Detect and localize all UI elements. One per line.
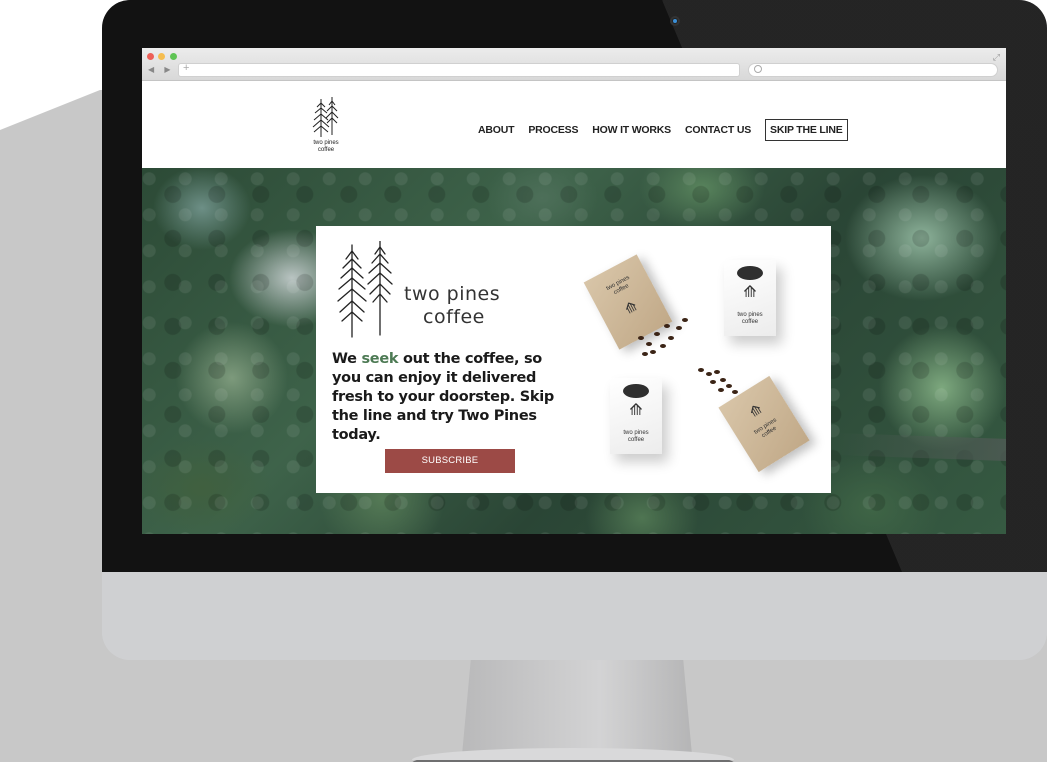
site-header: two pines coffee ABOUT PROCESS HOW IT WO…: [142, 81, 1006, 168]
maximize-window-button[interactable]: [170, 53, 177, 60]
bag-label-text: two pines: [737, 312, 763, 318]
coffee-bag-image: ⟰ two pines coffee: [724, 260, 776, 336]
main-nav: ABOUT PROCESS HOW IT WORKS CONTACT US SK…: [478, 119, 848, 141]
camera-icon: [670, 16, 680, 26]
hero-card: two pines coffee We seek out the coffee,…: [316, 226, 831, 493]
bag-label: [623, 384, 649, 398]
hero-logo: two pines coffee: [332, 240, 522, 341]
hero-logo-text: coffee: [423, 306, 485, 328]
bag-label: [737, 266, 763, 280]
hero-forest-image: two pines coffee We seek out the coffee,…: [142, 168, 1006, 534]
nav-about[interactable]: ABOUT: [478, 124, 515, 136]
site-logo[interactable]: two pines coffee: [302, 97, 350, 153]
nav-contact-us[interactable]: CONTACT US: [685, 124, 751, 136]
hero-logo-text: two pines: [404, 283, 501, 305]
coffee-bag-image: ⟰ two pines coffee: [610, 378, 662, 454]
bag-label-text: two pines: [623, 430, 649, 436]
coffee-beans-image: [632, 314, 692, 358]
address-bar[interactable]: +: [178, 62, 740, 77]
pine-trees-icon: [337, 240, 393, 338]
nav-how-it-works[interactable]: HOW IT WORKS: [592, 124, 671, 136]
browser-search-input[interactable]: [748, 63, 998, 77]
bag-label-text: coffee: [741, 319, 759, 325]
pine-trees-icon: [312, 97, 339, 137]
pine-trees-icon: ⟰: [629, 402, 643, 419]
monitor-chin: [102, 572, 1047, 660]
close-window-button[interactable]: [147, 53, 154, 60]
tagline-text: We: [332, 351, 362, 367]
hero-tagline: We seek out the coffee, so you can enjoy…: [332, 350, 572, 445]
new-tab-icon[interactable]: +: [183, 62, 189, 74]
monitor-stand: [462, 655, 692, 755]
fullscreen-icon[interactable]: ⤢: [993, 52, 1000, 63]
bag-label-text: coffee: [627, 437, 645, 443]
minimize-window-button[interactable]: [158, 53, 165, 60]
forest-road: [831, 432, 1006, 462]
logo-text: coffee: [317, 147, 335, 153]
browser-toolbar: ◀ ▶ + ⤢: [142, 48, 1006, 81]
skip-the-line-button[interactable]: SKIP THE LINE: [765, 119, 848, 141]
search-icon: [754, 65, 762, 73]
screen: ◀ ▶ + ⤢ two pines coffee ABOUT PROCESS H…: [142, 48, 1006, 534]
logo-text: two pines: [313, 140, 339, 146]
subscribe-button[interactable]: SUBSCRIBE: [385, 449, 515, 473]
nav-process[interactable]: PROCESS: [528, 124, 578, 136]
back-forward-icon[interactable]: ◀ ▶: [148, 65, 175, 74]
pine-trees-icon: ⟰: [743, 284, 757, 301]
tagline-accent: seek: [361, 351, 399, 367]
